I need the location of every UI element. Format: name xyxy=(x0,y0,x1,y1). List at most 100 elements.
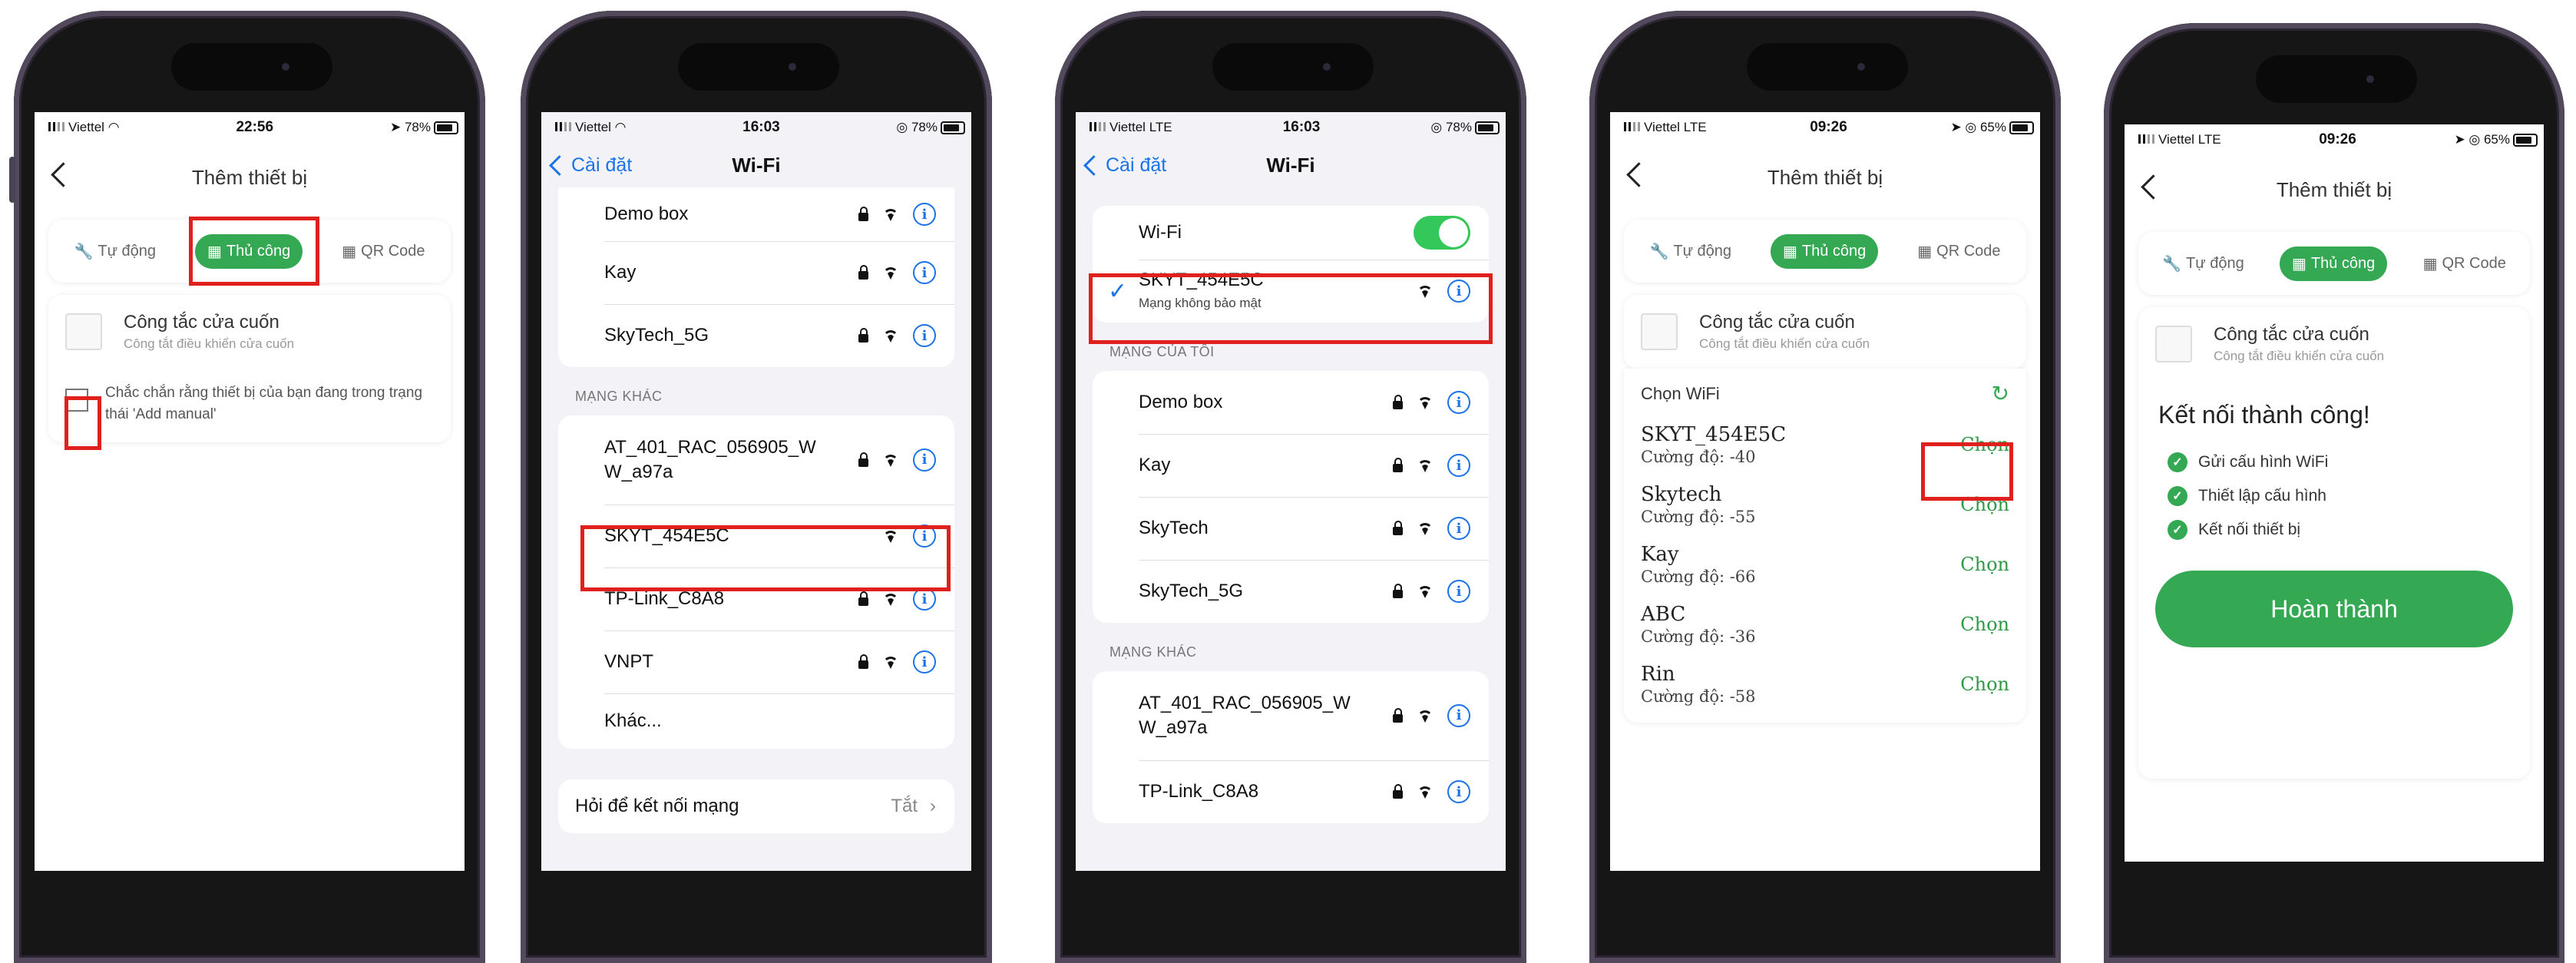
section-header-other: MẠNG KHÁC xyxy=(1109,644,1197,660)
phone-5: Viettel LTE 09:26 ➤ ◎ 65% Thêm thiết bị … xyxy=(2104,23,2564,963)
wifi-icon xyxy=(881,591,901,607)
other-network-row[interactable]: Khác... xyxy=(558,693,954,749)
network-row[interactable]: Kay i xyxy=(1093,434,1489,497)
info-icon[interactable]: i xyxy=(913,203,936,226)
clock: 22:56 xyxy=(236,119,274,135)
tab-auto[interactable]: 🔧 Tự động xyxy=(1637,234,1744,269)
info-icon[interactable]: i xyxy=(913,650,936,673)
device-name: Công tắc cửa cuốn xyxy=(124,312,279,333)
network-row[interactable]: Demo box i xyxy=(558,187,954,241)
wifi-icon xyxy=(1415,784,1435,799)
network-row[interactable]: SkyTech_5G i xyxy=(1093,560,1489,623)
settings-back-button[interactable]: Cài đặt xyxy=(549,154,632,177)
mode-tabs: 🔧 Tự động ▦ Thủ công ▦ QR Code xyxy=(1624,220,2026,283)
wifi-list-card: Chọn WiFi ↻ SKYT_454E5C Cường độ: -40 Chọn … xyxy=(1624,369,2026,723)
device-icon xyxy=(2155,326,2192,362)
ask-to-join-group: Hỏi để kết nối mạng Tắt › xyxy=(558,779,954,833)
device-subtitle: Công tắt điều khiển cửa cuốn xyxy=(1699,336,1870,351)
network-row[interactable]: Kay i xyxy=(558,241,954,304)
lock-icon xyxy=(1393,707,1403,723)
settings-back-button[interactable]: Cài đặt xyxy=(1083,154,1166,177)
refresh-icon[interactable]: ↻ xyxy=(1992,381,2009,406)
clock: 16:03 xyxy=(742,119,780,135)
info-icon[interactable]: i xyxy=(1447,704,1470,727)
wifi-toggle-row: Wi-Fi xyxy=(1093,206,1489,260)
grid-icon: ▦ xyxy=(2291,255,2306,273)
signal-icon xyxy=(555,122,572,131)
choose-button[interactable]: Chọn xyxy=(1960,614,2009,635)
info-icon[interactable]: i xyxy=(913,324,936,347)
status-bar: Viettel LTE 16:03 ◎ 78% xyxy=(1076,112,1506,143)
signal-icon xyxy=(48,122,65,131)
battery-icon xyxy=(940,121,965,135)
lock-icon xyxy=(858,206,868,221)
network-row[interactable]: AT_401_RAC_056905_W W_a97a i xyxy=(1093,671,1489,760)
chevron-left-icon xyxy=(1083,155,1104,176)
screen-connect-success: Viettel LTE 09:26 ➤ ◎ 65% Thêm thiết bị … xyxy=(2125,124,2544,862)
grid-icon: ▦ xyxy=(1782,243,1797,260)
side-button xyxy=(9,157,15,203)
status-bar: Viettel ◠ 16:03 ◎ 78% xyxy=(541,112,971,143)
ask-to-join-row[interactable]: Hỏi để kết nối mạng Tắt › xyxy=(558,779,954,833)
back-arrow-icon[interactable] xyxy=(2141,174,2166,200)
device-card: Công tắc cửa cuốn Công tắt điều khiển cử… xyxy=(48,295,451,442)
tab-auto[interactable]: 🔧 Tự động xyxy=(61,234,168,269)
battery-percent: 78% xyxy=(404,120,431,134)
network-row[interactable]: SkyTech_5G i xyxy=(558,304,954,367)
confirm-label: Chắc chắn rằng thiết bị của bạn đang tro… xyxy=(105,385,423,422)
wifi-toggle[interactable] xyxy=(1414,216,1470,250)
choose-button[interactable]: Chọn xyxy=(1960,554,2009,575)
battery-icon xyxy=(2009,121,2034,135)
info-icon[interactable]: i xyxy=(913,261,936,284)
done-button[interactable]: Hoàn thành xyxy=(2155,571,2513,647)
phone-2: Viettel ◠ 16:03 ◎ 78% Cài đặt Wi-Fi Demo… xyxy=(521,11,992,963)
highlight-manual-tab xyxy=(189,217,319,286)
tab-qr[interactable]: ▦ QR Code xyxy=(1905,234,2012,269)
header: Thêm thiết bị xyxy=(2125,155,2544,224)
wifi-icon xyxy=(1415,395,1435,410)
wifi-icon xyxy=(1415,708,1435,723)
network-row[interactable]: VNPT i xyxy=(558,630,954,693)
tab-manual[interactable]: ▦ Thủ công xyxy=(2279,246,2388,281)
wifi-icon xyxy=(1415,458,1435,473)
wifi-icon xyxy=(1415,521,1435,536)
highlight-choose-button xyxy=(1921,442,2013,501)
network-row[interactable]: Demo box i xyxy=(1093,371,1489,434)
info-icon[interactable]: i xyxy=(1447,454,1470,477)
info-icon[interactable]: i xyxy=(1447,580,1470,603)
info-icon[interactable]: i xyxy=(1447,391,1470,414)
wifi-icon xyxy=(881,654,901,670)
tab-manual[interactable]: ▦ Thủ công xyxy=(1770,233,1879,269)
clock: 09:26 xyxy=(1810,119,1847,135)
phone-3: Viettel LTE 16:03 ◎ 78% Cài đặt Wi-Fi Wi… xyxy=(1055,11,1526,963)
network-row[interactable]: SkyTech i xyxy=(1093,497,1489,560)
info-icon[interactable]: i xyxy=(913,448,936,472)
back-arrow-icon[interactable] xyxy=(51,162,76,187)
info-icon[interactable]: i xyxy=(1447,517,1470,540)
qr-icon: ▦ xyxy=(342,243,357,260)
dynamic-island xyxy=(171,43,332,91)
device-subtitle: Công tắt điều khiển cửa cuốn xyxy=(2214,349,2385,363)
screen-wifi-settings: Viettel ◠ 16:03 ◎ 78% Cài đặt Wi-Fi Demo… xyxy=(541,112,971,871)
page-title: Wi-Fi xyxy=(1266,153,1315,177)
tab-auto[interactable]: 🔧 Tự động xyxy=(2150,247,2257,281)
network-row[interactable]: AT_401_RAC_056905_W W_a97a i xyxy=(558,415,954,505)
tab-qr[interactable]: ▦ QR Code xyxy=(2411,247,2518,281)
back-arrow-icon[interactable] xyxy=(1626,162,1652,187)
dynamic-island xyxy=(1747,43,1908,91)
choose-button[interactable]: Chọn xyxy=(1960,673,2009,695)
signal-icon xyxy=(1090,122,1106,131)
alarm-icon: ◎ xyxy=(896,120,908,134)
step-item: ✓ Thiết lập cấu hình xyxy=(2168,486,2513,506)
wifi-icon xyxy=(881,452,901,468)
wifi-icon xyxy=(881,265,901,280)
lock-icon xyxy=(858,654,868,669)
battery-icon xyxy=(2513,134,2538,147)
tab-qr[interactable]: ▦ QR Code xyxy=(329,234,437,269)
wifi-status-icon: ◠ xyxy=(107,120,120,134)
device-subtitle: Công tắt điều khiển cửa cuốn xyxy=(124,336,295,351)
wrench-icon: 🔧 xyxy=(74,243,94,260)
battery-icon xyxy=(1475,121,1500,135)
info-icon[interactable]: i xyxy=(1447,780,1470,803)
network-row[interactable]: TP-Link_C8A8 i xyxy=(1093,760,1489,823)
